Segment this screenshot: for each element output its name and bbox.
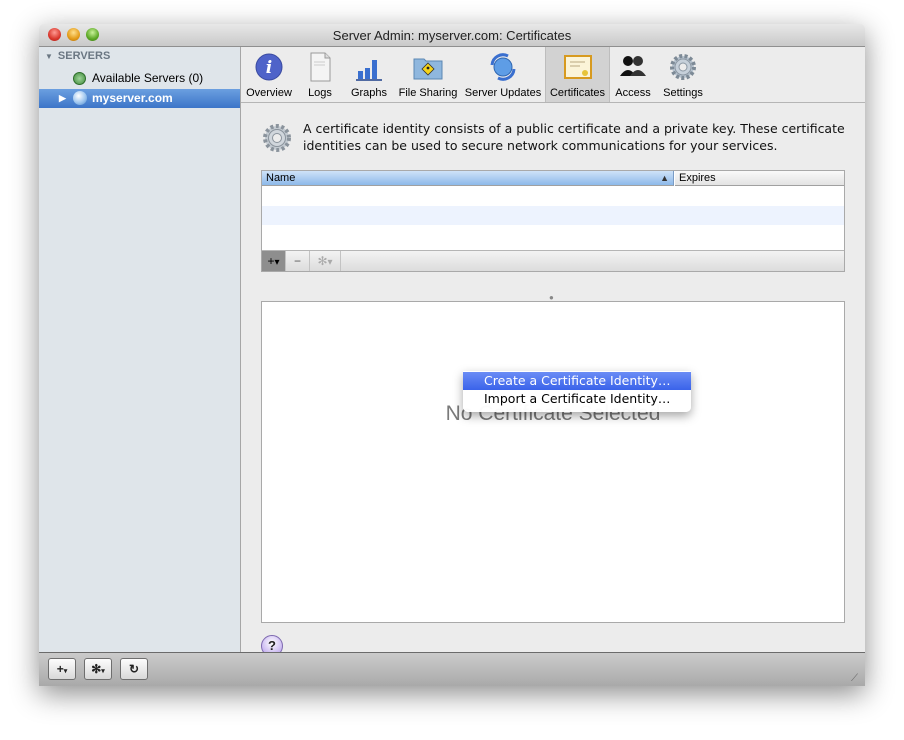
column-header-label: Name [266, 172, 296, 184]
certificate-detail-pane: No Certificate Selected [261, 301, 845, 623]
table-row[interactable] [262, 225, 844, 244]
bottom-bar: +▾ ✻▾ ↻ ⟋ [39, 652, 865, 686]
table-action-bar: +▾ − ✻▾ [262, 250, 844, 271]
tab-label: Server Updates [464, 87, 542, 99]
network-globe-icon [73, 72, 86, 85]
tab-label: Certificates [549, 87, 606, 99]
tab-graphs[interactable]: Graphs [345, 47, 393, 102]
sidebar-item-myserver[interactable]: ▶ myserver.com [39, 89, 240, 108]
sidebar-item-label: Available Servers (0) [92, 71, 204, 85]
tab-file-sharing[interactable]: File Sharing [396, 47, 460, 102]
tab-label: Settings [663, 87, 703, 99]
users-icon [620, 56, 646, 76]
tab-label: File Sharing [398, 87, 458, 99]
tab-logs[interactable]: Logs [297, 47, 343, 102]
refresh-icon: ↻ [128, 662, 140, 676]
server-action-button[interactable]: ✻▾ [84, 658, 112, 680]
action-menu-button[interactable]: ✻▾ [310, 251, 341, 271]
info-icon: i [255, 53, 283, 81]
gear-icon: ✻ [91, 662, 102, 676]
column-header-name[interactable]: Name ▲ [262, 171, 674, 186]
tab-overview[interactable]: i Overview [243, 47, 295, 102]
gear-icon [263, 124, 291, 152]
column-header-expires[interactable]: Expires [675, 171, 844, 186]
tab-label: Access [615, 87, 651, 99]
shared-folder-icon [413, 58, 443, 80]
tab-label: Graphs [350, 87, 388, 99]
add-certificate-menu: Create a Certificate Identity… Import a … [463, 371, 691, 412]
tab-server-updates[interactable]: Server Updates [463, 47, 543, 102]
window-title: Server Admin: myserver.com: Certificates [332, 28, 572, 43]
bar-graph-icon [356, 60, 382, 81]
description-text: A certificate identity consists of a pub… [303, 121, 845, 153]
add-certificate-button[interactable]: +▾ [262, 251, 286, 271]
sidebar-item-available-servers[interactable]: Available Servers (0) [39, 69, 240, 88]
sidebar-group-label: SERVERS [57, 50, 111, 62]
disclosure-triangle-icon[interactable]: ▶ [59, 89, 66, 108]
sidebar: ▼ SERVERS Available Servers (0) ▶ myserve… [39, 47, 241, 652]
certificate-icon [563, 55, 592, 79]
table-row[interactable] [262, 187, 844, 206]
svg-text:i: i [266, 58, 272, 78]
menu-item-import-certificate-identity[interactable]: Import a Certificate Identity… [463, 390, 691, 408]
certificates-pane: A certificate identity consists of a pub… [241, 103, 865, 657]
toolbar: i Overview Logs Graphs File Sharing Serv… [241, 47, 865, 103]
sidebar-group-servers[interactable]: ▼ SERVERS [45, 50, 110, 62]
column-header-label: Expires [679, 172, 716, 184]
tab-label: Overview [246, 87, 292, 99]
refresh-button[interactable]: ↻ [120, 658, 148, 680]
software-update-icon [490, 53, 516, 81]
add-server-button[interactable]: +▾ [48, 658, 76, 680]
server-admin-window: Server Admin: myserver.com: Certificates… [39, 24, 865, 686]
gear-icon: ✻ [317, 254, 328, 268]
sort-ascending-icon: ▲ [660, 173, 669, 183]
tab-certificates[interactable]: Certificates [545, 47, 610, 102]
document-icon [310, 52, 331, 82]
certificate-table[interactable]: Name ▲ Expires +▾ − ✻▾ [261, 170, 845, 272]
remove-certificate-button[interactable]: − [286, 251, 310, 271]
table-row[interactable] [262, 206, 844, 225]
sidebar-item-label: myserver.com [92, 91, 173, 105]
plus-icon: + [56, 662, 64, 676]
minus-icon: − [293, 254, 301, 268]
disclosure-triangle-icon[interactable]: ▼ [45, 52, 53, 61]
title-bar[interactable]: Server Admin: myserver.com: Certificates [39, 24, 865, 47]
server-globe-icon [73, 91, 87, 105]
tab-access[interactable]: Access [611, 47, 655, 102]
tab-settings[interactable]: Settings [657, 47, 709, 102]
tab-label: Logs [308, 87, 332, 99]
resize-grip-icon[interactable]: ⟋ [851, 673, 862, 684]
menu-item-create-certificate-identity[interactable]: Create a Certificate Identity… [463, 372, 691, 390]
gear-icon [670, 54, 696, 80]
